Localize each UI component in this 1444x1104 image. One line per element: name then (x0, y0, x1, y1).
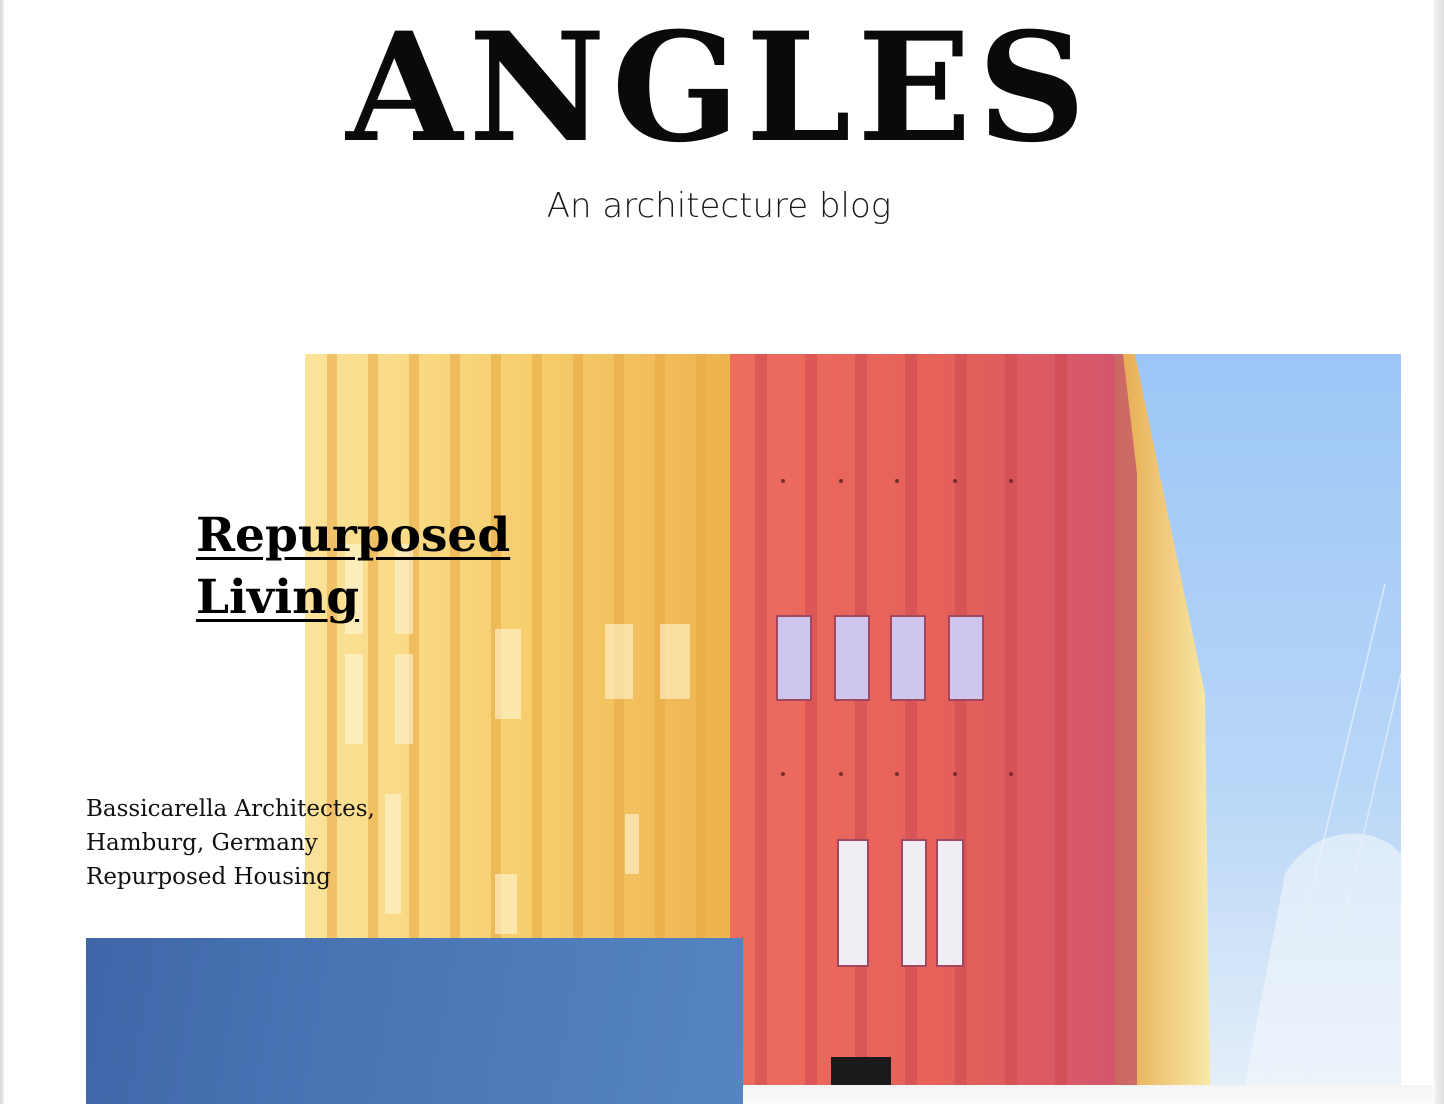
post-title-line-1[interactable]: Repurposed (196, 508, 510, 563)
site-tagline: An architecture blog (546, 186, 892, 226)
page-bottom-fade (743, 1085, 1433, 1104)
post-category: Repurposed Housing (86, 864, 331, 890)
post-meta: Bassicarella Architectes, Hamburg, Germa… (86, 792, 406, 894)
post-architect: Bassicarella Architectes, (86, 796, 375, 822)
next-post-image[interactable] (86, 938, 743, 1104)
post-title-link[interactable]: Repurposed Living (196, 508, 510, 625)
post-title[interactable]: Repurposed Living (196, 505, 516, 629)
post-location: Hamburg, Germany (86, 830, 318, 856)
page-canvas: ANGLES An architecture blog Repurposed L… (4, 0, 1434, 1104)
browser-scrollbar-track[interactable] (1434, 0, 1444, 1104)
post-title-line-2[interactable]: Living (196, 570, 359, 625)
site-title[interactable]: ANGLES (4, 8, 1434, 168)
